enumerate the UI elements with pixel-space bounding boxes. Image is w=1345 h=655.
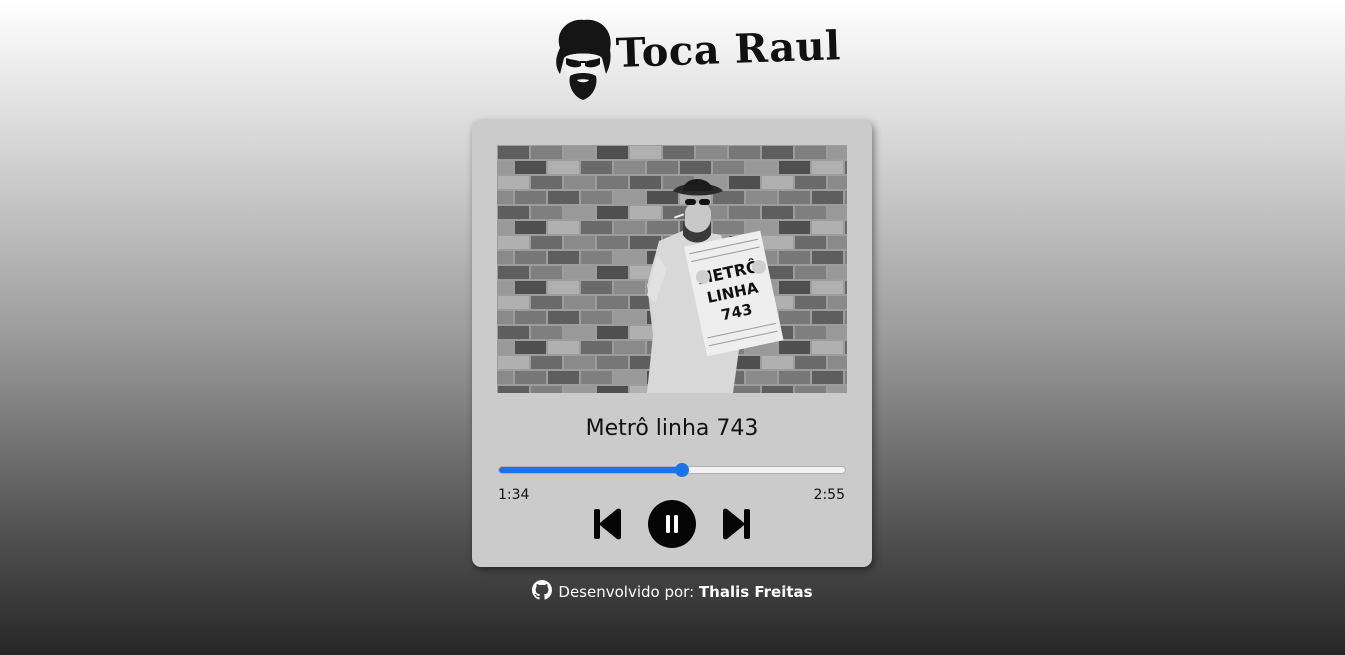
header: Toca Raul	[552, 16, 842, 102]
playback-controls	[472, 498, 872, 550]
skip-next-icon	[723, 508, 750, 540]
footer-prefix: Desenvolvido por:	[558, 583, 695, 601]
github-icon[interactable]	[532, 580, 553, 600]
raul-face-logo-icon	[556, 19, 611, 100]
progress-slider[interactable]	[498, 463, 846, 477]
pause-button[interactable]	[648, 500, 696, 548]
footer: Desenvolvido por: Thalis Freitas	[0, 580, 1345, 601]
author-link[interactable]: Thalis Freitas	[699, 583, 813, 601]
music-player-card: METRÔ LINHA 743 Metrô linha 743 1:34 2:5…	[472, 120, 872, 567]
next-button[interactable]	[721, 508, 751, 540]
song-title: Metrô linha 743	[585, 416, 759, 441]
progress-thumb[interactable]	[675, 463, 690, 477]
skip-previous-icon	[594, 508, 621, 540]
progress-fill	[499, 467, 683, 473]
pause-icon	[666, 515, 678, 533]
album-art-image: METRÔ LINHA 743	[497, 145, 847, 393]
brand-title: Toca Raul	[615, 22, 842, 77]
previous-button[interactable]	[593, 508, 623, 540]
